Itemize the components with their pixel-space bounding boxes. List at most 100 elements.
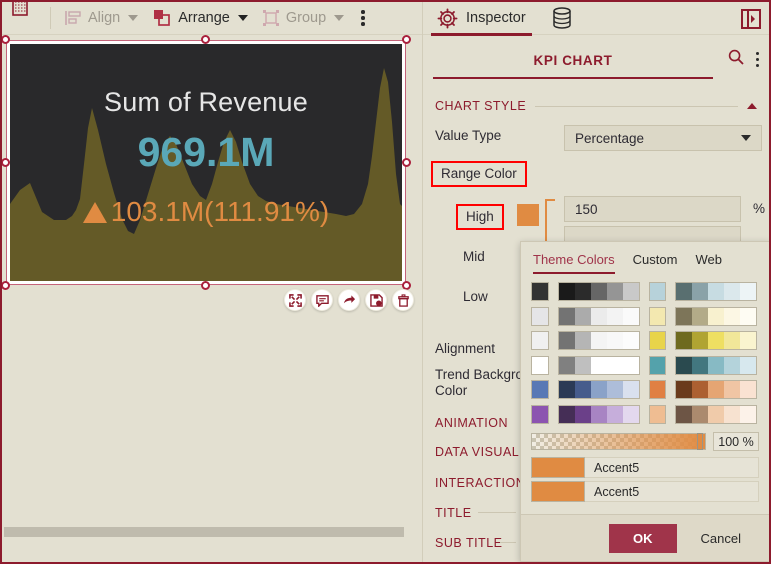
section-chart-style[interactable]: CHART STYLE <box>435 99 757 113</box>
panel-toggle-icon[interactable] <box>741 9 761 34</box>
section-data-visualization-label[interactable]: DATA VISUALIZ <box>435 445 531 459</box>
color-swatch[interactable] <box>622 356 639 374</box>
delete-button[interactable] <box>392 289 414 311</box>
color-swatch[interactable] <box>558 332 575 349</box>
color-swatch-base-left[interactable] <box>531 331 549 350</box>
color-swatch[interactable] <box>692 332 708 349</box>
color-swatch-base-right[interactable] <box>648 282 666 301</box>
color-swatch[interactable] <box>692 405 708 423</box>
color-swatch[interactable] <box>724 332 740 349</box>
color-swatch[interactable] <box>606 381 623 398</box>
color-swatch[interactable] <box>692 283 708 300</box>
color-swatch-base-left[interactable] <box>531 404 549 424</box>
opacity-slider[interactable] <box>531 433 706 450</box>
color-swatch-base-right[interactable] <box>648 404 666 424</box>
color-swatch[interactable] <box>558 283 575 300</box>
color-swatch[interactable] <box>590 381 607 398</box>
color-swatch[interactable] <box>724 307 740 325</box>
color-swatch[interactable] <box>622 283 639 300</box>
kebab-menu-icon[interactable] <box>351 10 375 26</box>
color-swatch[interactable] <box>740 283 756 300</box>
color-swatch[interactable] <box>676 307 692 325</box>
color-swatch-base-left[interactable] <box>531 380 549 399</box>
color-swatch[interactable] <box>590 283 607 300</box>
tab-web[interactable]: Web <box>695 252 722 274</box>
tab-data[interactable] <box>542 7 582 29</box>
color-swatch[interactable] <box>676 381 692 398</box>
color-swatch[interactable] <box>606 405 623 423</box>
color-swatch-base-left[interactable] <box>531 355 549 375</box>
resize-handle-top-left[interactable] <box>2 35 10 44</box>
color-swatch[interactable] <box>606 307 623 325</box>
resize-handle-top-center[interactable] <box>201 35 210 44</box>
save-as-button[interactable] <box>365 289 387 311</box>
horizontal-scrollbar[interactable] <box>4 527 418 537</box>
color-swatch[interactable] <box>740 356 756 374</box>
ok-button[interactable]: OK <box>609 523 677 553</box>
color-swatch[interactable] <box>740 332 756 349</box>
high-color-swatch[interactable] <box>517 204 539 226</box>
color-swatch[interactable] <box>558 356 575 374</box>
group-button[interactable]: Group <box>255 2 351 35</box>
color-swatch[interactable] <box>590 332 607 349</box>
section-title-label[interactable]: TITLE <box>435 506 472 520</box>
color-swatch[interactable] <box>676 332 692 349</box>
color-swatch[interactable] <box>622 381 639 398</box>
color-swatch[interactable] <box>724 283 740 300</box>
color-swatch[interactable] <box>724 356 740 374</box>
resize-handle-bottom-left[interactable] <box>2 281 10 290</box>
resize-handle-middle-right[interactable] <box>402 158 411 167</box>
selected-color-swatch[interactable] <box>531 481 585 502</box>
selected-color-row-2[interactable]: Accent5 <box>531 481 759 502</box>
color-swatch-base-right[interactable] <box>648 331 666 350</box>
opacity-slider-handle[interactable] <box>697 433 703 450</box>
resize-handle-top-right[interactable] <box>402 35 411 44</box>
color-swatch[interactable] <box>676 283 692 300</box>
color-swatch[interactable] <box>708 381 724 398</box>
color-swatch[interactable] <box>708 332 724 349</box>
selected-color-swatch[interactable] <box>531 457 585 478</box>
color-swatch[interactable] <box>606 283 623 300</box>
color-swatch[interactable] <box>558 405 575 423</box>
high-value-input[interactable]: 150 <box>564 196 741 222</box>
arrange-button[interactable]: Arrange <box>145 2 255 35</box>
color-swatch-base-left[interactable] <box>531 282 549 301</box>
align-button[interactable]: Align <box>57 2 145 35</box>
color-swatch[interactable] <box>574 405 591 423</box>
color-swatch[interactable] <box>708 283 724 300</box>
color-swatch[interactable] <box>590 405 607 423</box>
color-swatch[interactable] <box>574 307 591 325</box>
resize-handle-bottom-center[interactable] <box>201 281 210 290</box>
color-swatch[interactable] <box>692 381 708 398</box>
color-swatch[interactable] <box>708 405 724 423</box>
section-interaction-label[interactable]: INTERACTION <box>435 476 525 490</box>
color-swatch[interactable] <box>574 381 591 398</box>
color-swatch[interactable] <box>724 381 740 398</box>
color-swatch[interactable] <box>692 356 708 374</box>
tab-theme-colors[interactable]: Theme Colors <box>533 252 615 274</box>
color-swatch[interactable] <box>676 405 692 423</box>
color-swatch[interactable] <box>622 332 639 349</box>
color-swatch[interactable] <box>590 307 607 325</box>
color-swatch[interactable] <box>590 356 607 374</box>
color-swatch[interactable] <box>574 283 591 300</box>
color-swatch[interactable] <box>708 307 724 325</box>
section-sub-title-label[interactable]: SUB TITLE <box>435 536 502 550</box>
color-swatch[interactable] <box>574 356 591 374</box>
color-swatch[interactable] <box>740 381 756 398</box>
color-swatch[interactable] <box>724 405 740 423</box>
maximize-button[interactable] <box>284 289 306 311</box>
color-swatch-base-left[interactable] <box>531 306 549 326</box>
color-swatch-base-right[interactable] <box>648 355 666 375</box>
color-swatch[interactable] <box>558 307 575 325</box>
theme-color-grid[interactable] <box>521 274 769 424</box>
tab-custom[interactable]: Custom <box>633 252 678 274</box>
color-swatch[interactable] <box>676 356 692 374</box>
color-swatch[interactable] <box>622 405 639 423</box>
design-canvas[interactable]: Sum of Revenue 969.1M 103.1M(111.91%) <box>2 35 422 545</box>
kpi-chart[interactable]: Sum of Revenue 969.1M 103.1M(111.91%) <box>10 44 402 281</box>
color-swatch[interactable] <box>606 356 623 374</box>
kebab-menu-icon[interactable] <box>752 51 764 68</box>
search-icon[interactable] <box>728 49 744 70</box>
comment-button[interactable] <box>311 289 333 311</box>
